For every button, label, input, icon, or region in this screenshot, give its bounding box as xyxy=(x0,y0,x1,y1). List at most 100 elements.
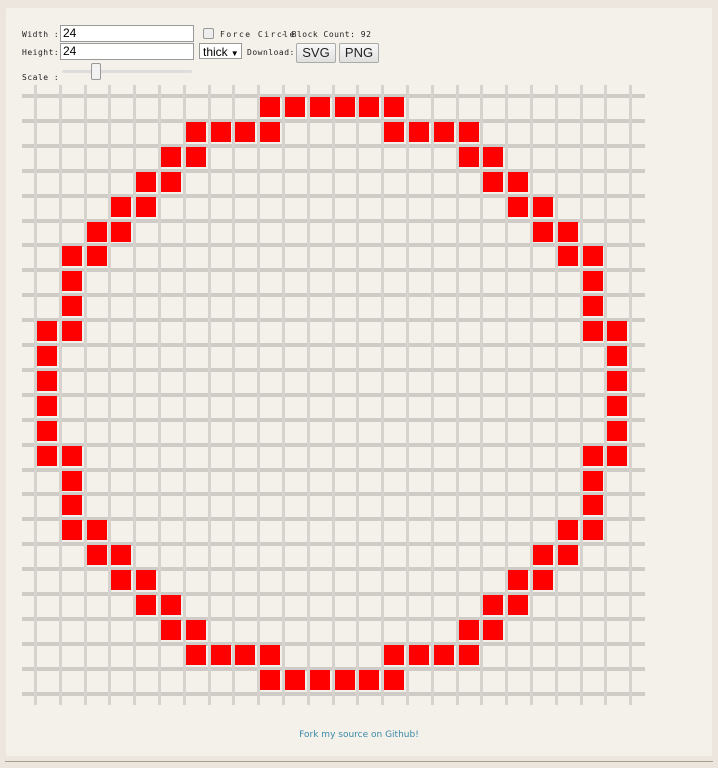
filled-block[interactable] xyxy=(161,595,181,615)
filled-block[interactable] xyxy=(384,644,405,665)
filled-block[interactable] xyxy=(582,271,603,292)
filled-block[interactable] xyxy=(136,570,157,591)
filled-block[interactable] xyxy=(37,321,57,342)
filled-block[interactable] xyxy=(235,644,256,665)
width-input[interactable] xyxy=(60,25,194,42)
filled-block[interactable] xyxy=(210,644,231,665)
filled-block[interactable] xyxy=(61,321,82,342)
filled-block[interactable] xyxy=(260,644,281,665)
filled-block[interactable] xyxy=(111,221,132,242)
filled-block[interactable] xyxy=(359,97,380,117)
filled-block[interactable] xyxy=(508,196,529,217)
filled-block[interactable] xyxy=(508,171,529,192)
filled-block[interactable] xyxy=(309,669,330,690)
filled-block[interactable] xyxy=(582,445,603,466)
filled-block[interactable] xyxy=(334,669,355,690)
height-input[interactable] xyxy=(60,43,194,60)
filled-block[interactable] xyxy=(483,146,504,167)
filled-block[interactable] xyxy=(582,296,603,317)
filled-block[interactable] xyxy=(136,595,157,615)
scale-slider-track[interactable] xyxy=(62,70,192,73)
filled-block[interactable] xyxy=(61,296,82,317)
filled-block[interactable] xyxy=(533,221,553,242)
filled-block[interactable] xyxy=(483,595,504,615)
thickness-select[interactable]: thick ▼ xyxy=(199,43,242,59)
filled-block[interactable] xyxy=(533,196,553,217)
filled-block[interactable] xyxy=(384,669,405,690)
force-circle-checkbox[interactable] xyxy=(203,28,214,39)
filled-block[interactable] xyxy=(37,346,57,366)
filled-block[interactable] xyxy=(37,395,57,416)
filled-block[interactable] xyxy=(61,246,82,267)
filled-block[interactable] xyxy=(86,246,107,267)
filled-block[interactable] xyxy=(185,619,206,640)
filled-block[interactable] xyxy=(185,146,206,167)
filled-block[interactable] xyxy=(111,570,132,591)
filled-block[interactable] xyxy=(61,470,82,491)
filled-block[interactable] xyxy=(557,221,578,242)
filled-block[interactable] xyxy=(533,545,553,566)
filled-block[interactable] xyxy=(260,97,281,117)
filled-block[interactable] xyxy=(359,669,380,690)
filled-block[interactable] xyxy=(458,121,479,142)
filled-block[interactable] xyxy=(285,669,305,690)
filled-block[interactable] xyxy=(557,246,578,267)
filled-block[interactable] xyxy=(235,121,256,142)
filled-block[interactable] xyxy=(533,570,553,591)
filled-block[interactable] xyxy=(185,121,206,142)
filled-block[interactable] xyxy=(86,221,107,242)
filled-block[interactable] xyxy=(458,619,479,640)
filled-block[interactable] xyxy=(37,445,57,466)
filled-block[interactable] xyxy=(409,644,429,665)
filled-block[interactable] xyxy=(483,171,504,192)
filled-block[interactable] xyxy=(61,495,82,516)
svg-download-button[interactable]: SVG xyxy=(296,43,336,63)
filled-block[interactable] xyxy=(136,171,157,192)
filled-block[interactable] xyxy=(161,619,181,640)
filled-block[interactable] xyxy=(161,146,181,167)
filled-block[interactable] xyxy=(260,669,281,690)
filled-block[interactable] xyxy=(61,445,82,466)
filled-block[interactable] xyxy=(582,495,603,516)
filled-block[interactable] xyxy=(458,146,479,167)
filled-block[interactable] xyxy=(285,97,305,117)
filled-block[interactable] xyxy=(607,395,628,416)
filled-block[interactable] xyxy=(607,445,628,466)
filled-block[interactable] xyxy=(607,346,628,366)
filled-block[interactable] xyxy=(409,121,429,142)
filled-block[interactable] xyxy=(582,246,603,267)
filled-block[interactable] xyxy=(86,520,107,541)
filled-block[interactable] xyxy=(483,619,504,640)
filled-block[interactable] xyxy=(582,520,603,541)
filled-block[interactable] xyxy=(557,520,578,541)
filled-block[interactable] xyxy=(111,196,132,217)
filled-block[interactable] xyxy=(86,545,107,566)
filled-block[interactable] xyxy=(185,644,206,665)
filled-block[interactable] xyxy=(161,171,181,192)
filled-block[interactable] xyxy=(508,570,529,591)
filled-block[interactable] xyxy=(433,644,454,665)
filled-block[interactable] xyxy=(309,97,330,117)
filled-block[interactable] xyxy=(607,321,628,342)
filled-block[interactable] xyxy=(136,196,157,217)
filled-block[interactable] xyxy=(37,420,57,441)
filled-block[interactable] xyxy=(37,370,57,391)
filled-block[interactable] xyxy=(582,321,603,342)
filled-block[interactable] xyxy=(334,97,355,117)
filled-block[interactable] xyxy=(111,545,132,566)
filled-block[interactable] xyxy=(433,121,454,142)
filled-block[interactable] xyxy=(458,644,479,665)
filled-block[interactable] xyxy=(61,271,82,292)
png-download-button[interactable]: PNG xyxy=(339,43,379,63)
filled-block[interactable] xyxy=(384,121,405,142)
filled-block[interactable] xyxy=(210,121,231,142)
filled-block[interactable] xyxy=(384,97,405,117)
filled-block[interactable] xyxy=(61,520,82,541)
filled-block[interactable] xyxy=(557,545,578,566)
filled-block[interactable] xyxy=(582,470,603,491)
filled-block[interactable] xyxy=(260,121,281,142)
filled-block[interactable] xyxy=(607,370,628,391)
filled-block[interactable] xyxy=(508,595,529,615)
scale-slider-handle[interactable] xyxy=(90,63,101,80)
github-link[interactable]: Fork my source on Github! xyxy=(0,730,718,740)
